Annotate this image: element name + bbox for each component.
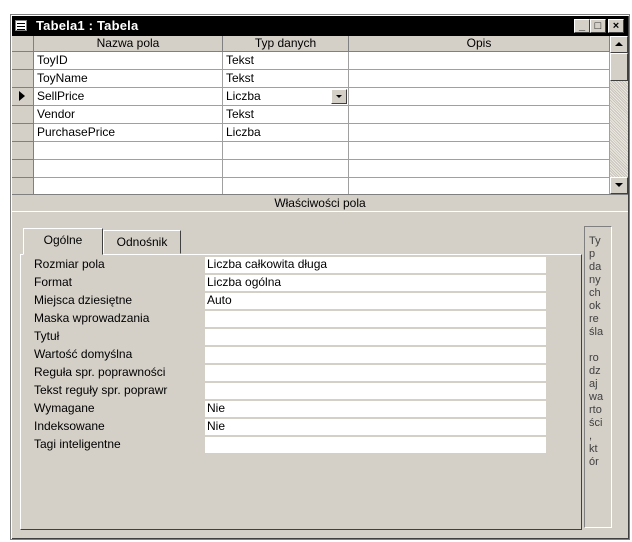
minimize-button[interactable]: _	[574, 19, 590, 33]
field-name-cell[interactable]: ToyName	[34, 70, 223, 88]
property-value-field[interactable]	[205, 437, 546, 453]
field-name-cell[interactable]	[34, 142, 223, 160]
field-name-cell-text: SellPrice	[37, 89, 85, 103]
data-type-cell-text: Tekst	[226, 107, 255, 121]
row-selector[interactable]	[12, 70, 34, 88]
property-label: Miejsca dziesiętne	[34, 293, 133, 307]
property-value-field[interactable]: Liczba ogólna	[205, 275, 546, 291]
field-name-cell[interactable]: SellPrice	[34, 88, 223, 106]
field-name-cell-text: ToyID	[37, 53, 68, 67]
grid-corner	[12, 36, 34, 52]
property-label: Tagi inteligentne	[34, 437, 121, 451]
grid-vertical-scrollbar[interactable]	[610, 36, 628, 194]
property-value-field[interactable]: Liczba całkowita długa	[205, 257, 546, 273]
row-selector[interactable]	[12, 52, 34, 70]
description-cell[interactable]	[349, 142, 610, 160]
property-label: Wymagane	[34, 401, 95, 415]
data-type-cell[interactable]: Tekst	[223, 70, 349, 88]
field-properties-header: Właściwości pola	[12, 194, 628, 212]
field-name-cell[interactable]	[34, 160, 223, 178]
property-value-field[interactable]	[205, 311, 546, 327]
row-selector[interactable]	[12, 88, 34, 106]
property-label: Tekst reguły spr. poprawr	[34, 383, 168, 397]
property-value-field[interactable]: Nie	[205, 401, 546, 417]
header-field-name[interactable]: Nazwa pola	[34, 36, 223, 52]
scroll-thumb[interactable]	[610, 53, 628, 81]
tab-general[interactable]: Ogólne	[23, 228, 103, 255]
property-value-field[interactable]	[205, 383, 546, 399]
field-name-cell-text: PurchasePrice	[37, 125, 116, 139]
row-selector[interactable]	[12, 160, 34, 178]
header-description[interactable]: Opis	[349, 36, 610, 52]
field-name-cell[interactable]: Vendor	[34, 106, 223, 124]
description-cell[interactable]	[349, 88, 610, 106]
property-label: Indeksowane	[34, 419, 105, 433]
close-button[interactable]: ×	[608, 19, 624, 33]
data-type-cell[interactable]: Tekst	[223, 52, 349, 70]
property-value-field[interactable]: Auto	[205, 293, 546, 309]
property-label: Reguła spr. poprawności	[34, 365, 166, 379]
row-selector[interactable]	[12, 106, 34, 124]
field-name-cell-text: Vendor	[37, 107, 76, 121]
data-type-cell[interactable]: Tekst	[223, 106, 349, 124]
data-type-cell[interactable]	[223, 142, 349, 160]
data-type-cell[interactable]: Liczba	[223, 88, 349, 106]
window-title: Tabela1 : Tabela	[36, 18, 139, 33]
property-value-field[interactable]: Nie	[205, 419, 546, 435]
property-help-text: Ty p da ny ch ok re śla ro dz aj wa rto …	[584, 226, 612, 528]
property-label: Format	[34, 275, 73, 289]
property-label: Tytuł	[34, 329, 60, 343]
data-type-cell[interactable]: Liczba	[223, 124, 349, 142]
current-row-arrow-icon	[19, 91, 25, 101]
property-label: Rozmiar pola	[34, 257, 105, 271]
table-icon	[15, 20, 27, 31]
description-cell[interactable]	[349, 52, 610, 70]
property-value-field[interactable]	[205, 329, 546, 345]
property-value-field[interactable]	[205, 347, 546, 363]
scroll-down-button[interactable]	[610, 177, 628, 194]
field-name-cell[interactable]: ToyID	[34, 52, 223, 70]
property-label: Maska wprowadzania	[34, 311, 150, 325]
row-selector[interactable]	[12, 142, 34, 160]
data-type-cell-text: Liczba	[226, 89, 261, 103]
data-type-cell-text: Tekst	[226, 53, 255, 67]
data-type-dropdown-button[interactable]	[331, 89, 347, 104]
description-cell[interactable]	[349, 70, 610, 88]
title-bar[interactable]: Tabela1 : Tabela _ □ ×	[12, 16, 628, 36]
data-type-cell[interactable]	[223, 160, 349, 178]
tab-lookup[interactable]: Odnośnik	[103, 230, 181, 254]
property-value-field[interactable]	[205, 365, 546, 381]
description-cell[interactable]	[349, 124, 610, 142]
row-selector[interactable]	[12, 124, 34, 142]
property-label: Wartość domyślna	[34, 347, 133, 361]
field-name-cell-text: ToyName	[37, 71, 88, 85]
data-type-cell-text: Tekst	[226, 71, 255, 85]
scroll-up-button[interactable]	[610, 36, 628, 53]
data-type-cell-text: Liczba	[226, 125, 261, 139]
header-data-type[interactable]: Typ danych	[223, 36, 349, 52]
description-cell[interactable]	[349, 106, 610, 124]
restore-button[interactable]: □	[590, 19, 606, 33]
description-cell[interactable]	[349, 160, 610, 178]
field-name-cell[interactable]: PurchasePrice	[34, 124, 223, 142]
field-grid: Nazwa pola Typ danych Opis ToyID Tekst ToyNam…	[12, 36, 628, 196]
